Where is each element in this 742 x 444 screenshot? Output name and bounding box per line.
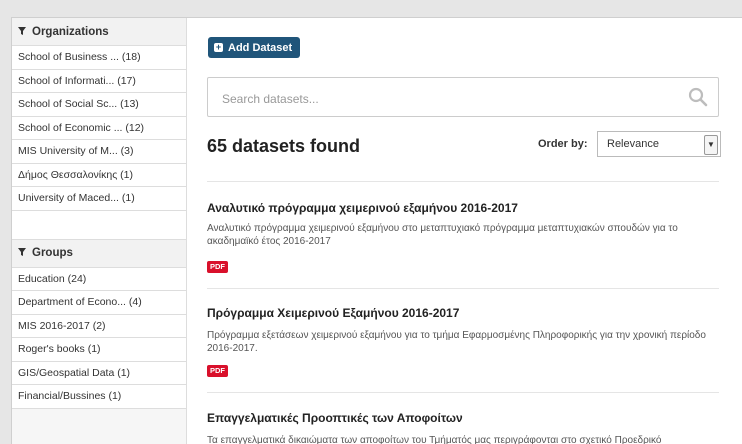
organizations-heading: Organizations bbox=[12, 18, 186, 46]
group-item[interactable]: Department of Econo... (4) bbox=[12, 291, 186, 315]
app-frame: Organizations School of Business ... (18… bbox=[11, 17, 742, 444]
divider bbox=[207, 181, 719, 182]
add-dataset-button[interactable]: + Add Dataset bbox=[208, 37, 301, 58]
organization-item[interactable]: Δήμος Θεσσαλονίκης (1) bbox=[12, 163, 186, 187]
organization-item[interactable]: School of Informati... (17) bbox=[12, 69, 186, 93]
order-by-label: Order by: bbox=[538, 138, 588, 150]
sidebar: Organizations School of Business ... (18… bbox=[12, 18, 187, 444]
funnel-icon bbox=[18, 26, 26, 38]
order-by-select[interactable]: Relevance ▼ bbox=[597, 131, 721, 157]
organization-item[interactable]: University of Maced... (1) bbox=[12, 187, 186, 211]
organization-item[interactable]: School of Social Sc... (13) bbox=[12, 93, 186, 117]
chevron-down-icon: ▼ bbox=[704, 135, 718, 155]
results-count: 65 datasets found bbox=[207, 136, 361, 156]
divider bbox=[207, 288, 719, 289]
section-spacer bbox=[12, 210, 186, 240]
plus-square-icon: + bbox=[214, 42, 223, 52]
group-item[interactable]: Roger's books (1) bbox=[12, 338, 186, 362]
group-item[interactable]: MIS 2016-2017 (2) bbox=[12, 314, 186, 338]
dataset-title[interactable]: Αναλυτικό πρόγραμμα χειμερινού εξαμήνου … bbox=[207, 201, 518, 215]
group-item[interactable]: Education (24) bbox=[12, 267, 186, 291]
organization-item[interactable]: MIS University of M... (3) bbox=[12, 140, 186, 164]
dataset-description: Αναλυτικό πρόγραμμα χειμερινού εξαμήνου … bbox=[207, 223, 678, 247]
dataset-title[interactable]: Πρόγραμμα Χειμερινού Εξαμήνου 2016-2017 bbox=[207, 306, 459, 320]
main-content: + Add Dataset 65 datasets found Order by… bbox=[187, 18, 742, 444]
pdf-badge[interactable]: PDF bbox=[207, 365, 228, 377]
order-by-value: Relevance bbox=[607, 138, 659, 150]
funnel-icon bbox=[18, 247, 26, 259]
add-dataset-label: Add Dataset bbox=[228, 41, 293, 54]
dataset-description: Πρόγραμμα εξετάσεων χειμερινού εξαμήνου … bbox=[207, 330, 706, 354]
group-item[interactable]: GIS/Geospatial Data (1) bbox=[12, 361, 186, 385]
search-box bbox=[207, 77, 719, 117]
magnifier-icon[interactable] bbox=[688, 87, 708, 112]
organizations-heading-label: Organizations bbox=[32, 25, 109, 38]
group-item[interactable]: Financial/Bussines (1) bbox=[12, 385, 186, 409]
pdf-badge[interactable]: PDF bbox=[207, 261, 228, 273]
divider bbox=[207, 392, 719, 393]
organization-item[interactable]: School of Business ... (18) bbox=[12, 46, 186, 70]
groups-heading-label: Groups bbox=[32, 247, 73, 259]
dataset-title[interactable]: Επαγγελματικές Προοπτικές των Αποφοίτων bbox=[207, 411, 463, 425]
search-input[interactable] bbox=[220, 89, 664, 109]
groups-heading: Groups bbox=[12, 239, 186, 268]
organization-item[interactable]: School of Economic ... (12) bbox=[12, 116, 186, 140]
